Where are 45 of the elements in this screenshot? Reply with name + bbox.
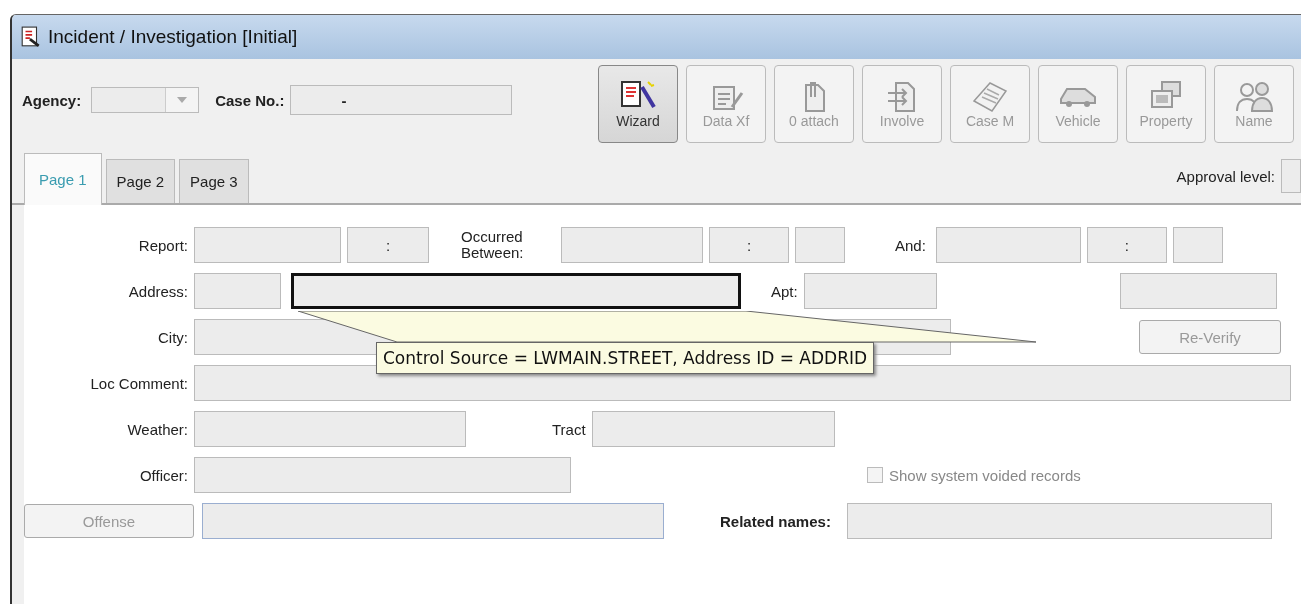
report-date-field[interactable] [194, 227, 341, 263]
and-date-field[interactable] [935, 227, 1081, 263]
weather-label: Weather: [126, 420, 188, 438]
related-names-field[interactable] [846, 503, 1272, 539]
report-label: Report: [137, 236, 188, 254]
apt-label: Apt: [771, 282, 798, 300]
report-time-field[interactable]: : [347, 227, 429, 263]
street-field[interactable] [291, 273, 741, 309]
tract-label: Tract [552, 420, 586, 438]
people-icon [1234, 79, 1274, 113]
offense-dropdown[interactable] [202, 503, 664, 539]
approval-level-field[interactable] [1281, 159, 1301, 193]
and-extra-field[interactable] [1172, 227, 1223, 263]
occurred-extra-field[interactable] [795, 227, 845, 263]
address-number-field[interactable] [194, 273, 281, 309]
agency-label: Agency: [22, 91, 82, 109]
toolbar-button[interactable]: Wizard [598, 65, 678, 143]
case-number-label: Case No.: [215, 91, 285, 109]
occurred-date-field[interactable] [561, 227, 703, 263]
address-label: Address: [127, 282, 188, 300]
window-title: Incident / Investigation [Initial] [48, 26, 298, 48]
tract-field[interactable] [591, 411, 835, 447]
form-icon [20, 26, 42, 48]
checkbox-label: Show system voided records [889, 466, 1081, 484]
and-time-field[interactable]: : [1086, 227, 1167, 263]
address-extra-field[interactable] [1119, 273, 1277, 309]
occurred-between-label: Occurred Between: [461, 228, 525, 262]
related-names-label: Related names: [720, 512, 831, 530]
agency-dropdown[interactable] [91, 87, 200, 113]
city-label: City: [157, 328, 188, 346]
officer-field[interactable] [194, 457, 571, 493]
occurred-time-field[interactable]: : [709, 227, 789, 263]
and-label: And: [895, 236, 926, 254]
case-number-field[interactable]: - [290, 85, 513, 115]
officer-label: Officer: [138, 466, 188, 484]
loc-comment-label: Loc Comment: [89, 374, 188, 392]
approval-level-label: Approval level: [1176, 167, 1275, 185]
tooltip: Control Source = LWMAIN.STREET, Address ID = ADDRID [376, 342, 875, 374]
page-tab[interactable]: Page 2 [105, 159, 176, 203]
papers-icon [970, 79, 1010, 113]
page-tab[interactable]: Page 3 [179, 159, 249, 203]
apt-field[interactable] [803, 273, 937, 309]
weather-field[interactable] [194, 411, 466, 447]
dropdown-arrow-icon [177, 97, 188, 103]
page-tab[interactable]: Page 1 [24, 153, 102, 205]
